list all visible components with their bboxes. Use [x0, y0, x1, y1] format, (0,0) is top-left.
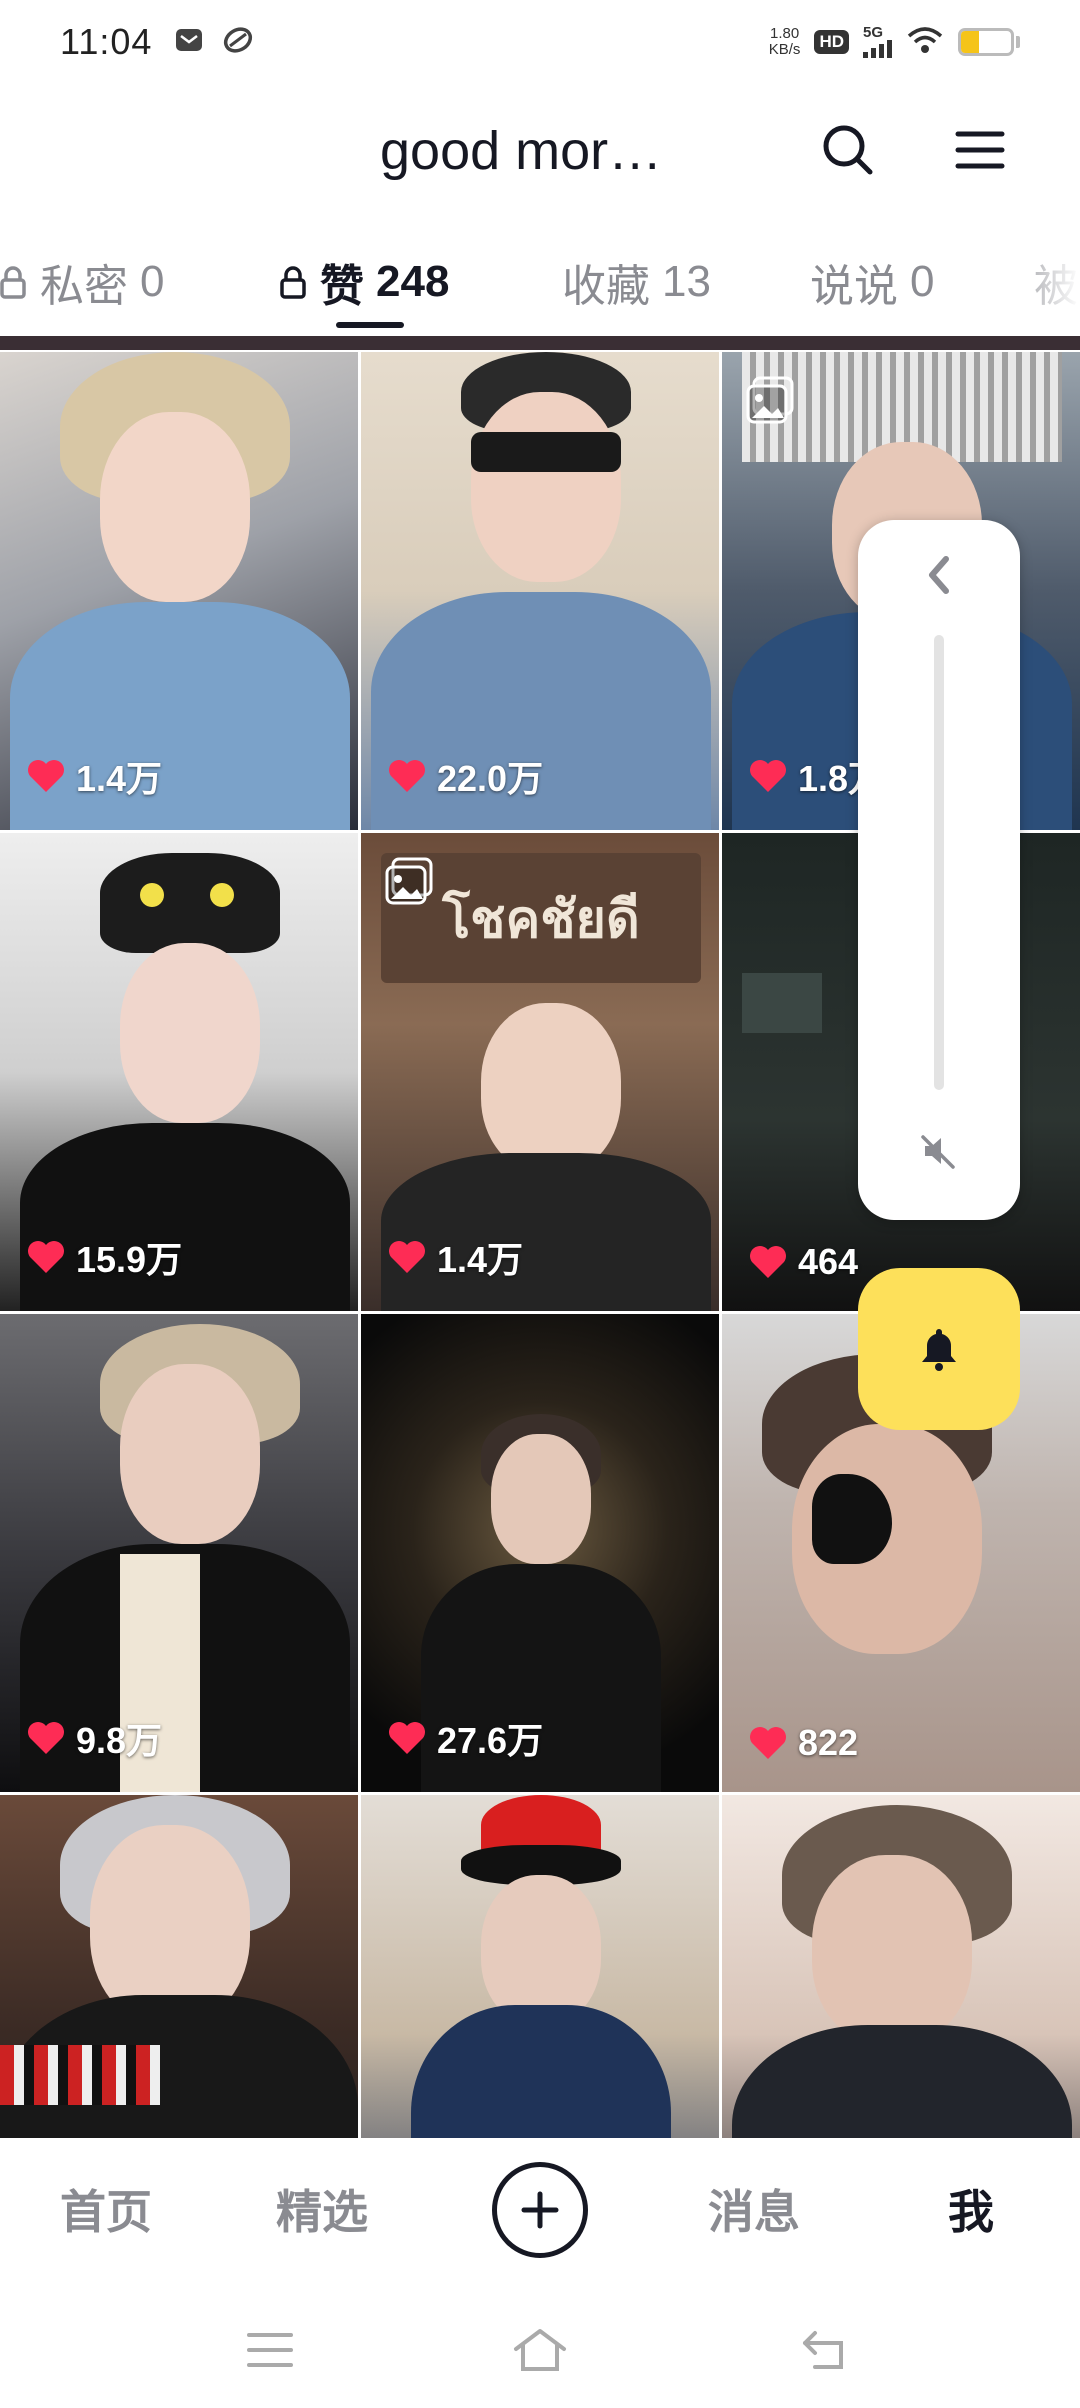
tab-posts[interactable]: 说说 0	[810, 250, 934, 314]
like-count: 1.4万	[26, 750, 162, 802]
video-tile[interactable]: 22.0万	[361, 352, 719, 830]
network-speed-value: 1.80	[769, 25, 800, 42]
tab-label: 赞	[320, 262, 364, 311]
tab-likes[interactable]: 赞 248	[280, 250, 449, 314]
like-count-value: 464	[798, 1241, 859, 1282]
active-tab-indicator	[336, 322, 404, 328]
ring-bell-button[interactable]	[858, 1268, 1020, 1430]
search-button[interactable]	[816, 118, 880, 182]
video-tile[interactable]	[361, 1795, 719, 2138]
like-count: 1.4万	[387, 1231, 523, 1283]
search-icon	[823, 125, 873, 175]
heart-icon	[750, 1246, 786, 1278]
heart-icon	[389, 1241, 425, 1273]
volume-panel	[858, 520, 1020, 1220]
heart-icon	[750, 1727, 786, 1759]
heart-icon	[389, 1722, 425, 1754]
signal-label: 5G	[863, 24, 884, 41]
heart-icon	[750, 760, 786, 792]
like-count: 22.0万	[387, 750, 543, 802]
tab-count: 13	[662, 257, 711, 306]
tab-label: 私密	[40, 262, 128, 311]
sync-icon	[222, 25, 254, 60]
battery-icon	[958, 28, 1014, 56]
nav-home[interactable]: 首页	[60, 2176, 152, 2242]
video-tile[interactable]: โชคชัยดี 1.4万	[361, 833, 719, 1311]
like-count-value: 27.6万	[437, 1720, 544, 1761]
battery-level	[961, 31, 979, 53]
screen: 11:04 1.80 KB/s HD 5G good mor… 私密 0 赞 2…	[0, 0, 1080, 2408]
like-count: 822	[748, 1722, 858, 1764]
tab-label: 收藏	[562, 262, 650, 311]
mute-button[interactable]	[914, 1126, 964, 1176]
page-title: good mor…	[380, 121, 663, 181]
tab-private[interactable]: 私密 0	[0, 250, 164, 314]
nav-me[interactable]: 我	[948, 2176, 994, 2242]
recents-button[interactable]	[240, 2320, 300, 2380]
video-tile[interactable]: 9.8万	[0, 1314, 358, 1792]
create-button[interactable]	[492, 2162, 588, 2258]
notification-icons	[174, 25, 254, 60]
mute-icon	[921, 1135, 955, 1169]
lock-icon	[0, 266, 26, 299]
like-count: 464	[748, 1241, 858, 1283]
video-tile[interactable]	[0, 1795, 358, 2138]
system-status-icons: 1.80 KB/s HD 5G	[769, 25, 1020, 60]
nav-messages[interactable]: 消息	[708, 2176, 800, 2242]
tab-label: 说说	[810, 262, 898, 311]
tab-count: 0	[140, 257, 165, 306]
wifi-icon	[906, 25, 944, 60]
multi-image-icon	[385, 857, 433, 905]
video-tile[interactable]: 1.4万	[0, 352, 358, 830]
back-button[interactable]	[796, 2320, 856, 2380]
status-bar: 11:04 1.80 KB/s HD 5G	[0, 0, 1080, 84]
volume-slider[interactable]	[934, 635, 944, 1090]
heart-icon	[28, 1241, 64, 1273]
lock-icon	[280, 266, 306, 299]
bottom-navigation: 首页 精选 消息 我	[0, 2140, 1080, 2280]
network-speed: 1.80 KB/s	[769, 26, 801, 58]
like-count: 15.9万	[26, 1231, 182, 1283]
previous-row-edge	[0, 336, 1080, 350]
tab-count: 0	[910, 257, 935, 306]
recents-icon	[247, 2333, 293, 2367]
like-count-value: 1.4万	[76, 758, 163, 799]
bell-icon	[922, 1329, 956, 1371]
like-count-value: 22.0万	[437, 758, 544, 799]
home-button[interactable]	[510, 2320, 570, 2380]
hd-badge: HD	[814, 30, 849, 54]
like-count: 27.6万	[387, 1712, 543, 1764]
heart-icon	[28, 1722, 64, 1754]
menu-icon	[955, 131, 1005, 169]
battery-indicator	[958, 28, 1020, 56]
back-icon	[803, 2331, 843, 2369]
mail-icon	[174, 25, 204, 60]
plus-icon	[521, 2191, 559, 2229]
profile-header: good mor…	[0, 100, 1080, 200]
network-speed-unit: KB/s	[768, 41, 801, 58]
signal-bars-icon	[863, 40, 892, 58]
home-icon	[514, 2329, 566, 2371]
nav-featured[interactable]: 精选	[276, 2176, 368, 2242]
video-tile[interactable]: 27.6万	[361, 1314, 719, 1792]
collapse-volume-button[interactable]	[914, 550, 964, 600]
cellular-signal: 5G	[863, 24, 892, 58]
like-count-value: 15.9万	[76, 1239, 183, 1280]
like-count-value: 822	[798, 1722, 859, 1763]
video-tile[interactable]	[722, 1795, 1080, 2138]
menu-button[interactable]	[948, 118, 1012, 182]
like-count-value: 9.8万	[76, 1720, 163, 1761]
video-tile[interactable]: 15.9万	[0, 833, 358, 1311]
heart-icon	[28, 760, 64, 792]
heart-icon	[389, 760, 425, 792]
chevron-left-icon	[929, 556, 949, 594]
like-count: 9.8万	[26, 1712, 162, 1764]
multi-image-icon	[746, 376, 794, 424]
profile-tabs: 私密 0 赞 248 收藏 13 说说 0 被	[0, 232, 1080, 332]
system-navigation-bar	[0, 2290, 1080, 2408]
status-time: 11:04	[60, 21, 153, 62]
like-count-value: 1.4万	[437, 1239, 524, 1280]
tab-count: 248	[376, 257, 450, 306]
tab-favorites[interactable]: 收藏 13	[562, 250, 711, 314]
